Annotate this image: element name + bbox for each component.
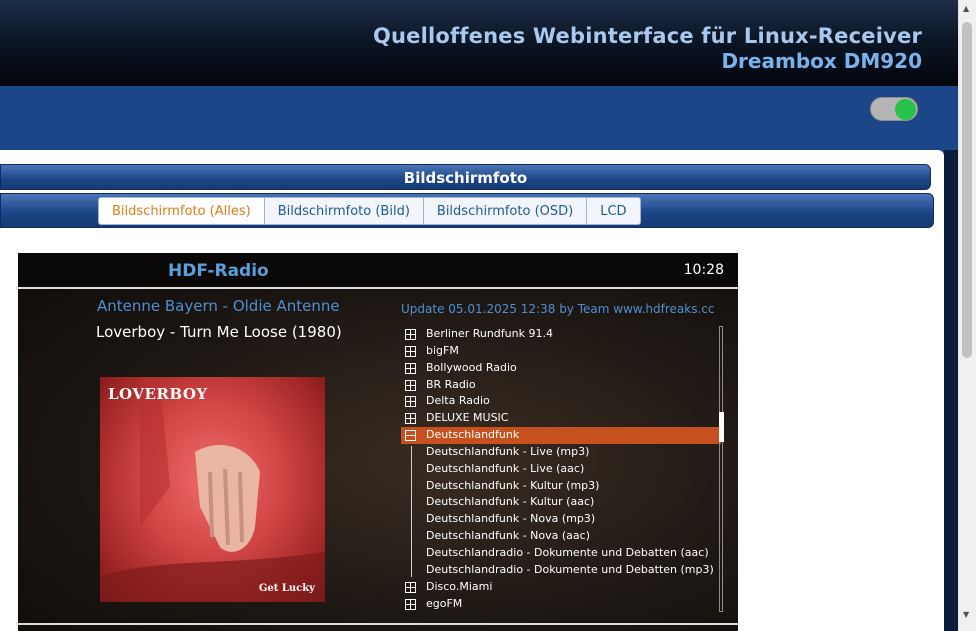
nav-bar bbox=[0, 86, 958, 142]
expand-icon bbox=[405, 379, 416, 391]
station-label: DELUXE MUSIC bbox=[426, 411, 509, 425]
expand-icon bbox=[405, 362, 416, 374]
tab-screenshot-picture[interactable]: Bildschirmfoto (Bild) bbox=[264, 197, 424, 225]
tab-screenshot-osd[interactable]: Bildschirmfoto (OSD) bbox=[423, 197, 588, 225]
station-list-item: bigFM bbox=[401, 343, 721, 360]
expand-icon bbox=[405, 396, 416, 408]
tree-connector bbox=[411, 446, 412, 577]
theme-toggle[interactable] bbox=[870, 97, 918, 121]
station-list-item: Deutschlandradio - Dokumente und Debatte… bbox=[401, 545, 721, 562]
station-list: Berliner Rundfunk 91.4 bigFM Bollywood Rad… bbox=[401, 326, 721, 612]
station-label: Deutschlandradio - Dokumente und Debatte… bbox=[426, 545, 709, 559]
receiver-screenshot: HDF-Radio 10:28 Antenne Bayern - Oldie A… bbox=[18, 253, 738, 631]
station-list-item: Bollywood Radio bbox=[401, 360, 721, 377]
section-header: Bildschirmfoto bbox=[0, 164, 931, 190]
list-scrollbar bbox=[719, 326, 723, 612]
station-label: egoFM bbox=[426, 596, 463, 610]
expand-icon bbox=[405, 345, 416, 357]
station-label: Deutschlandfunk - Nova (aac) bbox=[426, 529, 590, 543]
station-list-item: Deutschlandfunk bbox=[401, 427, 721, 444]
list-scroll-thumb bbox=[719, 412, 724, 442]
station-name: Antenne Bayern - Oldie Antenne bbox=[97, 297, 340, 315]
station-label: bigFM bbox=[426, 343, 459, 357]
screenshot-tabs: Bildschirmfoto (Alles) Bildschirmfoto (B… bbox=[98, 197, 641, 225]
page-scrollbar[interactable]: ▲ ▼ bbox=[958, 0, 976, 631]
cover-art-shape bbox=[100, 377, 325, 602]
station-list-item: Berliner Rundfunk 91.4 bbox=[401, 326, 721, 343]
osd-clock: 10:28 bbox=[683, 262, 724, 278]
cover-album: Get Lucky bbox=[258, 583, 315, 594]
station-list-item: Deutschlandfunk - Nova (aac) bbox=[401, 528, 721, 545]
station-list-item: Deutschlandfunk - Kultur (aac) bbox=[401, 494, 721, 511]
station-label: BR Radio bbox=[426, 377, 476, 391]
osd-app-title: HDF-Radio bbox=[168, 261, 269, 281]
scroll-up-icon[interactable]: ▲ bbox=[963, 5, 969, 13]
station-label: Deutschlandfunk - Kultur (aac) bbox=[426, 495, 595, 509]
collapse-icon bbox=[405, 430, 416, 442]
station-label: Delta Radio bbox=[426, 394, 490, 408]
page-scroll-thumb[interactable] bbox=[962, 22, 972, 358]
station-list-item: BR Radio bbox=[401, 377, 721, 394]
osd-top-bar: HDF-Radio 10:28 bbox=[18, 253, 738, 289]
station-label: Deutschlandfunk - Live (aac) bbox=[426, 461, 585, 475]
station-list-item: Deutschlandfunk - Live (mp3) bbox=[401, 444, 721, 461]
station-list-item: egoFM bbox=[401, 596, 721, 613]
tab-screenshot-all[interactable]: Bildschirmfoto (Alles) bbox=[98, 197, 265, 225]
station-label: Deutschlandradio - Dokumente und Debatte… bbox=[426, 562, 714, 576]
station-list-item: Disco.Miami bbox=[401, 579, 721, 596]
update-note: Update 05.01.2025 12:38 by Team www.hdfr… bbox=[401, 302, 715, 316]
expand-icon bbox=[405, 329, 416, 340]
expand-icon bbox=[405, 413, 416, 425]
expand-icon bbox=[405, 598, 416, 610]
now-playing: Loverboy - Turn Me Loose (1980) bbox=[96, 323, 342, 341]
station-list-item: Deutschlandradio - Dokumente und Debatte… bbox=[401, 562, 721, 579]
station-label: Deutschlandfunk - Live (mp3) bbox=[426, 444, 590, 458]
section-title: Bildschirmfoto bbox=[403, 169, 528, 187]
album-cover: LOVERBOY Get Lucky bbox=[100, 377, 325, 602]
station-label: Disco.Miami bbox=[426, 579, 493, 593]
station-label: Deutschlandfunk bbox=[426, 428, 520, 442]
osd-bottom-line bbox=[18, 623, 738, 625]
toggle-knob bbox=[895, 99, 916, 120]
station-list-item: Delta Radio bbox=[401, 393, 721, 410]
station-label: Berliner Rundfunk 91.4 bbox=[426, 327, 553, 340]
scroll-down-icon[interactable]: ▼ bbox=[963, 611, 969, 619]
station-label: Deutschlandfunk - Kultur (mp3) bbox=[426, 478, 600, 492]
expand-icon bbox=[405, 581, 416, 593]
device-name: Dreambox DM920 bbox=[721, 49, 922, 73]
station-label: Bollywood Radio bbox=[426, 360, 517, 374]
tab-lcd[interactable]: LCD bbox=[587, 197, 641, 225]
app-header: Quelloffenes Webinterface für Linux-Rece… bbox=[0, 0, 958, 86]
content-edge bbox=[944, 150, 958, 631]
station-list-item: Deutschlandfunk - Live (aac) bbox=[401, 461, 721, 478]
station-list-item: Deutschlandfunk - Nova (mp3) bbox=[401, 511, 721, 528]
station-list-item: Deutschlandfunk - Kultur (mp3) bbox=[401, 478, 721, 495]
header-title: Quelloffenes Webinterface für Linux-Rece… bbox=[372, 24, 922, 48]
station-label: Deutschlandfunk - Nova (mp3) bbox=[426, 512, 596, 526]
cover-brand: LOVERBOY bbox=[108, 385, 208, 403]
station-list-item: DELUXE MUSIC bbox=[401, 410, 721, 427]
